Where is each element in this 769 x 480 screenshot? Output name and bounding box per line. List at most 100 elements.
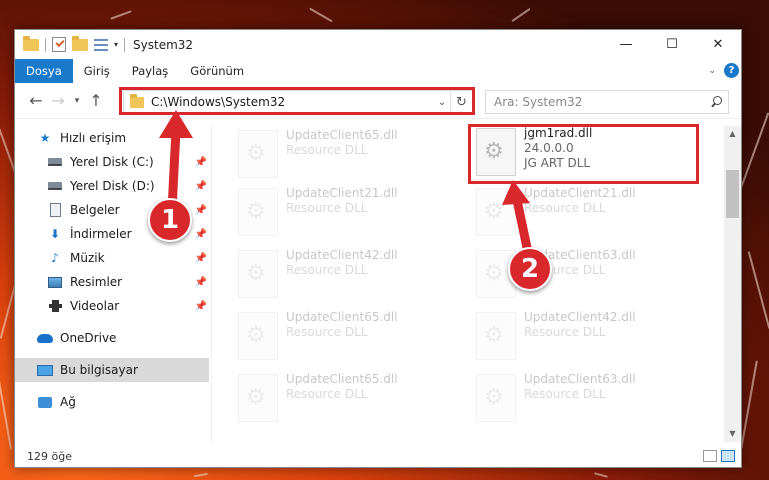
pictures-icon — [47, 275, 63, 289]
file-name: UpdateClient21.dll — [524, 186, 636, 200]
back-button[interactable]: ← — [25, 91, 47, 110]
tab-share[interactable]: Paylaş — [121, 59, 180, 83]
file-item[interactable]: UpdateClient65.dll Resource DLL — [238, 310, 468, 366]
sidebar-item-pictures[interactable]: Resimler 📌 — [15, 270, 209, 294]
sidebar-item-videos[interactable]: Videolar 📌 — [15, 294, 209, 318]
view-toggle — [703, 450, 735, 462]
file-type: Resource DLL — [286, 201, 368, 215]
sidebar-item-this-pc[interactable]: Bu bilgisayar — [15, 358, 209, 382]
minimize-button[interactable]: — — [603, 30, 649, 59]
file-item[interactable]: UpdateClient65.dll Resource DLL — [238, 128, 468, 184]
address-path[interactable]: C:\Windows\System32 — [151, 95, 285, 109]
scroll-up-icon[interactable]: ▲ — [724, 126, 741, 142]
file-type: Resource DLL — [524, 387, 606, 401]
search-box[interactable]: Ara: System32 — [485, 90, 729, 114]
forward-button[interactable]: → — [47, 91, 69, 110]
file-item[interactable]: UpdateClient65.dll Resource DLL — [238, 372, 468, 428]
refresh-button[interactable]: ↻ — [450, 91, 472, 113]
dll-file-icon — [238, 312, 278, 360]
pin-icon: 📌 — [194, 252, 207, 264]
file-item[interactable]: UpdateClient63.dll Resource DLL — [476, 372, 706, 428]
dll-file-icon — [476, 374, 516, 422]
dll-file-icon — [238, 250, 278, 298]
file-type: JG ART DLL — [524, 156, 591, 170]
network-icon — [37, 395, 53, 409]
address-dropdown-icon[interactable]: ⌄ — [434, 97, 450, 108]
status-bar: 129 öğe — [15, 445, 741, 467]
search-input[interactable]: Ara: System32 — [494, 95, 582, 109]
file-name: UpdateClient21.dll — [286, 186, 398, 200]
sidebar-item-label: Yerel Disk (D:) — [70, 179, 155, 193]
sidebar-item-onedrive[interactable]: OneDrive — [15, 326, 209, 350]
quick-access-toolbar: ▾ — [23, 35, 126, 52]
recent-locations-button[interactable]: ▾ — [69, 96, 85, 106]
ribbon-tabs: Dosya Giriş Paylaş Görünüm ⌄ ? — [15, 59, 741, 83]
customize-icon[interactable] — [94, 38, 108, 51]
sidebar-item-label: Hızlı erişim — [60, 131, 127, 145]
drive-icon — [47, 155, 63, 169]
sidebar-item-label: Ağ — [60, 395, 76, 409]
file-item[interactable]: UpdateClient21.dll Resource DLL — [238, 186, 468, 242]
properties-check-icon[interactable] — [52, 37, 66, 52]
sidebar-item-local-disk-c[interactable]: Yerel Disk (C:) 📌 — [15, 150, 209, 174]
file-name: UpdateClient65.dll — [286, 310, 398, 324]
help-icon[interactable]: ? — [724, 63, 739, 78]
pin-icon: 📌 — [194, 180, 207, 192]
file-item[interactable]: UpdateClient42.dll Resource DLL — [476, 310, 706, 366]
sidebar-item-label: İndirmeler — [70, 227, 132, 241]
dll-file-icon — [476, 312, 516, 360]
navigation-pane: ★ Hızlı erişim Yerel Disk (C:) 📌 Yerel D… — [15, 126, 209, 442]
file-version: 24.0.0.0 — [524, 141, 574, 155]
window-controls: — ☐ ✕ — [603, 30, 741, 59]
callout-2: 2 — [508, 247, 552, 291]
music-icon: ♪ — [51, 251, 59, 265]
scroll-thumb[interactable] — [726, 170, 739, 218]
file-type: Resource DLL — [524, 325, 606, 339]
file-explorer-window: ▾ System32 — ☐ ✕ Dosya Giriş Paylaş Görü… — [14, 29, 742, 468]
tiles-view-icon[interactable] — [721, 450, 735, 462]
dll-file-icon — [238, 188, 278, 236]
sidebar-item-label: Resimler — [70, 275, 123, 289]
file-name: UpdateClient42.dll — [286, 248, 398, 262]
file-name: UpdateClient65.dll — [286, 128, 398, 142]
tab-view[interactable]: Görünüm — [179, 59, 255, 83]
file-name: jgm1rad.dll — [524, 126, 593, 140]
tab-home[interactable]: Giriş — [73, 59, 121, 83]
star-icon: ★ — [39, 131, 51, 145]
sidebar-item-local-disk-d[interactable]: Yerel Disk (D:) 📌 — [15, 174, 209, 198]
sidebar-item-music[interactable]: ♪ Müzik 📌 — [15, 246, 209, 270]
expand-ribbon-icon[interactable]: ⌄ — [708, 66, 716, 76]
up-button[interactable]: ↑ — [85, 91, 107, 110]
cloud-icon — [37, 331, 53, 345]
search-icon[interactable] — [706, 91, 728, 113]
toolbar-separator — [45, 37, 46, 52]
drive-icon — [47, 179, 63, 193]
file-name: UpdateClient63.dll — [524, 372, 636, 386]
pin-icon: 📌 — [194, 276, 207, 288]
file-item-jgm1rad[interactable]: jgm1rad.dll 24.0.0.0 JG ART DLL — [476, 126, 706, 182]
pane-divider[interactable] — [211, 126, 212, 442]
sidebar-item-label: OneDrive — [60, 331, 117, 345]
scroll-down-icon[interactable]: ▼ — [724, 426, 741, 442]
window-title: System32 — [133, 37, 194, 52]
qat-dropdown-icon[interactable]: ▾ — [114, 40, 118, 49]
tab-file[interactable]: Dosya — [15, 59, 73, 83]
details-view-icon[interactable] — [703, 450, 717, 462]
file-type: Resource DLL — [524, 201, 606, 215]
folder-icon — [130, 93, 144, 108]
close-button[interactable]: ✕ — [695, 30, 741, 59]
dll-file-icon — [238, 374, 278, 422]
sidebar-item-network[interactable]: Ağ — [15, 390, 209, 414]
file-item[interactable]: UpdateClient42.dll Resource DLL — [238, 248, 468, 304]
pin-icon: 📌 — [194, 156, 207, 168]
file-name: UpdateClient65.dll — [286, 372, 398, 386]
file-item[interactable]: UpdateClient21.dll Resource DLL — [476, 186, 706, 242]
new-folder-icon[interactable] — [72, 35, 88, 51]
toolbar-separator — [124, 37, 126, 52]
sidebar-item-label: Videolar — [70, 299, 120, 313]
address-bar[interactable]: C:\Windows\System32 ⌄ ↻ — [123, 90, 473, 114]
sidebar-item-quick-access[interactable]: ★ Hızlı erişim — [15, 126, 209, 150]
folder-icon — [23, 35, 39, 51]
vertical-scrollbar[interactable]: ▲ ▼ — [724, 126, 741, 442]
maximize-button[interactable]: ☐ — [649, 30, 695, 59]
